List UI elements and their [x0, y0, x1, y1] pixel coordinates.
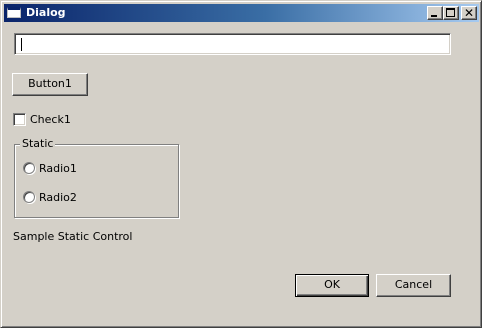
- dialog-window: Dialog ✕ Button1 Check1 Static Radio1 Ra…: [0, 0, 482, 328]
- close-button[interactable]: ✕: [461, 6, 477, 20]
- static-groupbox: [14, 144, 179, 218]
- title-bar[interactable]: Dialog ✕: [4, 4, 479, 22]
- edit-field[interactable]: [14, 33, 451, 55]
- minimize-icon: [431, 15, 437, 17]
- maximize-icon: [446, 8, 455, 17]
- check1-checkbox[interactable]: [13, 113, 26, 126]
- cancel-button[interactable]: Cancel: [376, 274, 451, 297]
- radio1-button[interactable]: [23, 162, 35, 174]
- radio1-label[interactable]: Radio1: [39, 162, 77, 175]
- check1-label[interactable]: Check1: [30, 113, 71, 126]
- button1[interactable]: Button1: [12, 73, 88, 96]
- window-app-icon[interactable]: [7, 7, 21, 18]
- ok-button[interactable]: OK: [295, 274, 369, 297]
- text-caret: [21, 38, 22, 51]
- radio2-button[interactable]: [23, 191, 35, 203]
- window-title: Dialog: [26, 6, 66, 19]
- maximize-button[interactable]: [443, 6, 459, 20]
- sample-static-control: Sample Static Control: [13, 230, 133, 243]
- groupbox-caption: Static: [20, 137, 56, 150]
- close-icon: ✕: [463, 6, 475, 20]
- radio2-label[interactable]: Radio2: [39, 191, 77, 204]
- minimize-button[interactable]: [427, 6, 443, 20]
